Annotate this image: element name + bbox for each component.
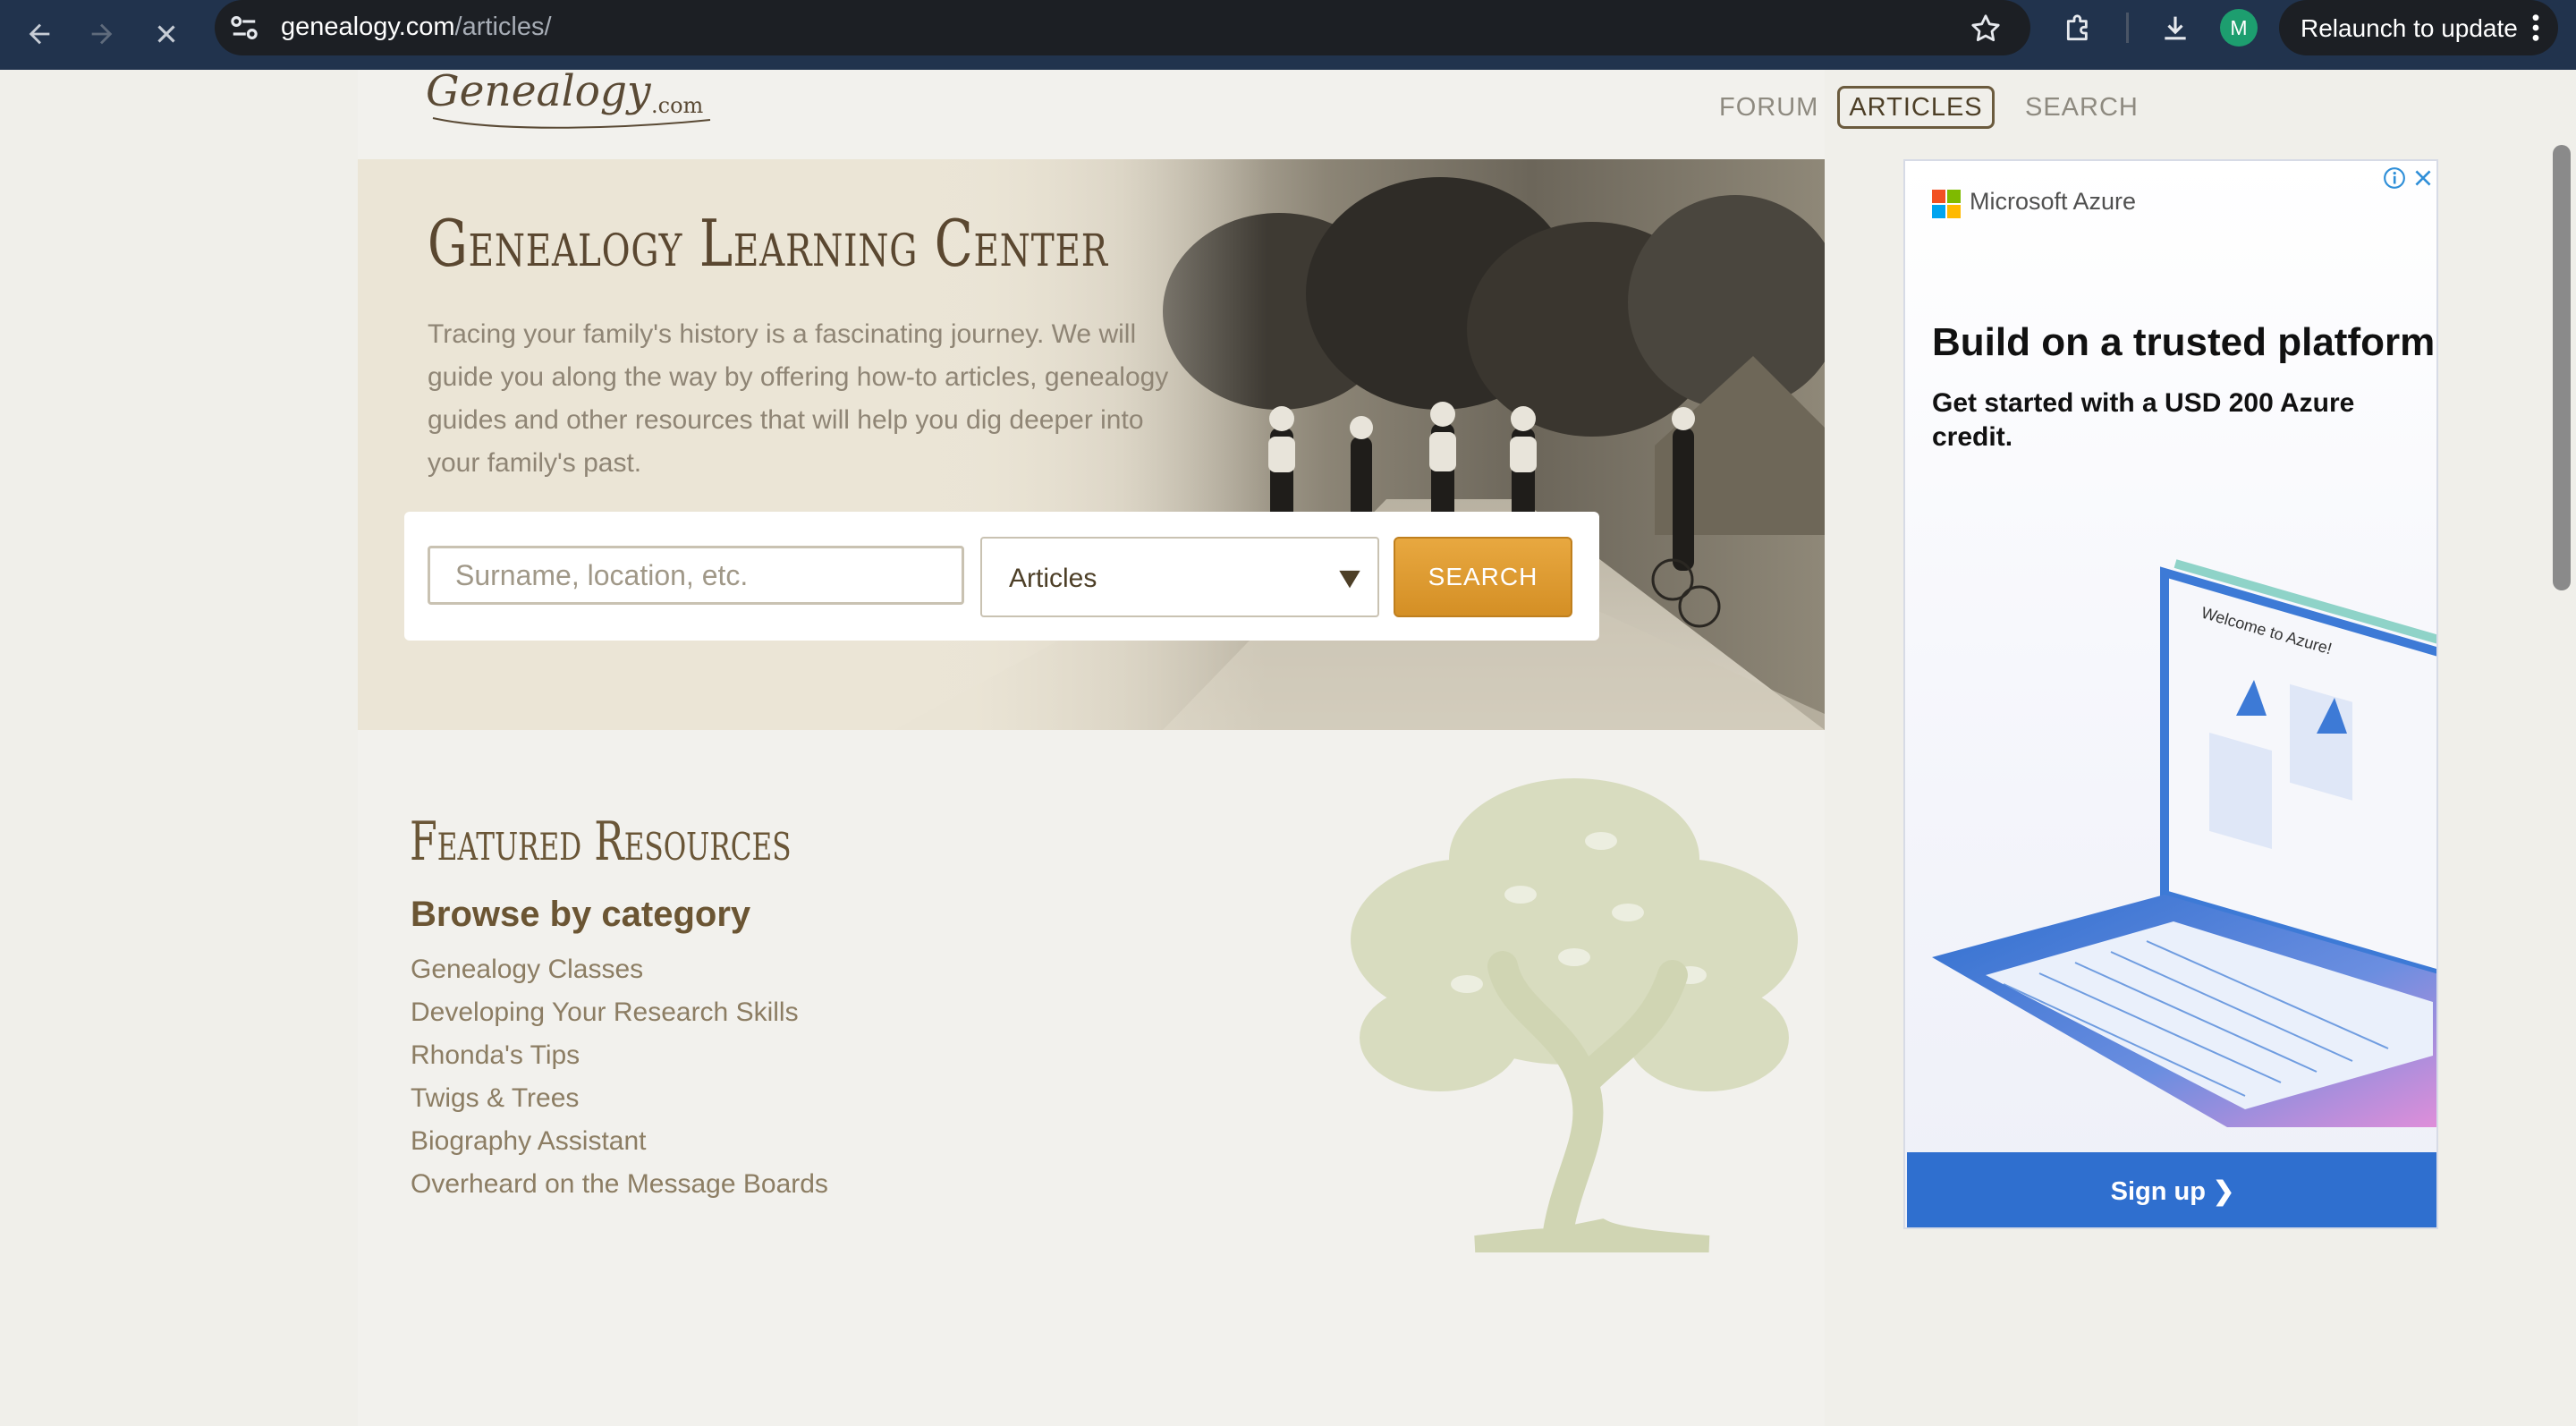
search-type-select[interactable]: Articles [980,537,1379,617]
svg-text:Genealogy: Genealogy [426,67,652,117]
url-text[interactable]: genealogy.com/articles/ [281,13,552,42]
category-link-genealogy-classes[interactable]: Genealogy Classes [411,948,828,991]
nav-forum-link[interactable]: FORUM [1719,93,1818,123]
ad-info-icon[interactable] [2383,166,2406,190]
site-logo[interactable]: Genealogy .com [426,63,712,134]
category-link-research-skills[interactable]: Developing Your Research Skills [411,991,828,1034]
ad-signup-button[interactable]: Sign up ❯ [1907,1152,2436,1227]
laptop-illustration: Welcome to Azure! [1932,559,2436,1127]
relaunch-button[interactable]: Relaunch to update [2279,0,2558,55]
address-bar[interactable]: genealogy.com/articles/ [215,0,2030,55]
extensions-puzzle-icon[interactable] [2061,11,2097,47]
search-button[interactable]: SEARCH [1394,537,1572,617]
ad-subtext: Get started with a USD 200 Azure credit. [1932,388,2355,452]
browser-toolbar: genealogy.com/articles/ M Relaunch to up… [0,0,2576,70]
hero-title: Genealogy Learning Center [428,206,1108,281]
surname-search-input[interactable] [428,546,964,605]
chevron-down-icon [1339,570,1360,589]
url-host: genealogy.com [281,13,455,41]
category-link-biography-assistant[interactable]: Biography Assistant [411,1120,828,1163]
scrollbar-thumb[interactable] [2553,145,2571,590]
ad-headline: Build on a trusted platform [1932,320,2436,364]
ad-brand-name: Microsoft Azure [1970,188,2137,215]
close-icon [157,25,175,43]
browse-by-category-heading: Browse by category [411,895,751,934]
download-icon[interactable] [2157,11,2193,47]
stop-loading-button[interactable] [141,9,191,59]
more-menu-icon[interactable] [2529,13,2542,43]
toolbar-divider [2126,13,2129,43]
forward-button[interactable] [77,9,127,59]
search-type-value: Articles [1009,564,1097,593]
relaunch-label: Relaunch to update [2301,14,2518,42]
category-link-rhondas-tips[interactable]: Rhonda's Tips [411,1034,828,1077]
ad-close-icon[interactable] [2411,166,2435,190]
bookmark-star-icon[interactable] [1968,11,2004,47]
featured-resources-heading: Featured Resources [410,811,792,873]
advertisement[interactable]: Microsoft Azure Build on a trusted platf… [1903,159,2438,1229]
back-arrow-icon [29,23,50,45]
category-link-message-boards[interactable]: Overheard on the Message Boards [411,1163,828,1206]
svg-text:.com: .com [651,93,704,118]
back-button[interactable] [14,9,64,59]
profile-avatar[interactable]: M [2220,9,2258,47]
url-path: /articles/ [454,13,552,41]
decorative-tree-illustration [1351,778,1798,1252]
hero-description: Tracing your family's history is a fasci… [428,319,1169,478]
nav-search-link[interactable]: SEARCH [2025,93,2139,123]
page-margin [0,70,358,1426]
microsoft-logo-icon [1932,190,1961,218]
category-link-twigs-trees[interactable]: Twigs & Trees [411,1077,828,1120]
forward-arrow-icon [91,23,113,45]
site-info-icon[interactable] [225,9,263,47]
category-list: Genealogy Classes Developing Your Resear… [411,948,828,1206]
nav-articles-link[interactable]: ARTICLES [1837,86,1995,129]
